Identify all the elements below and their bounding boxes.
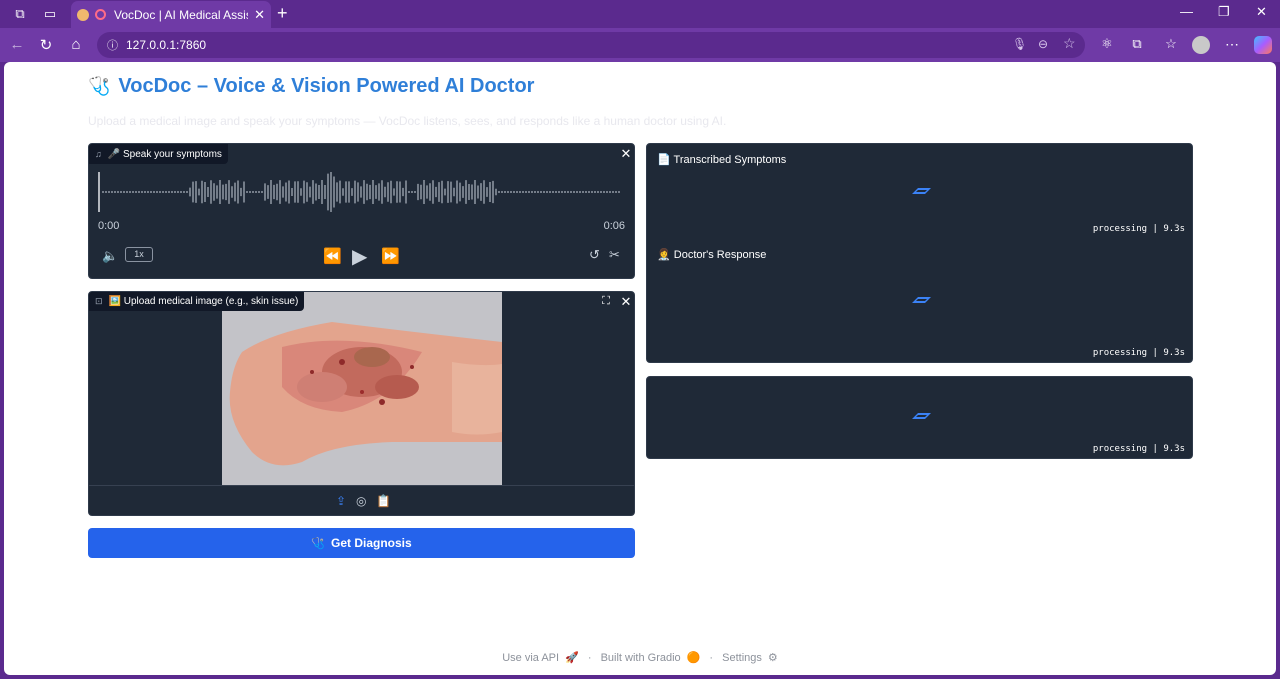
playback-speed-button[interactable]: 1x	[125, 247, 153, 262]
image-label: ⊡ 🖼️ Upload medical image (e.g., skin is…	[89, 292, 305, 311]
tab-title: VocDoc | AI Medical Assistan	[114, 7, 248, 22]
tab-actions-icon[interactable]: ▭	[41, 5, 59, 23]
music-note-icon: ♫	[95, 149, 102, 159]
loading-spinner-icon	[912, 297, 931, 303]
image-source-toolbar: ⇪ ◎ 📋	[89, 485, 634, 515]
settings-link[interactable]: Settings	[722, 652, 762, 664]
gear-icon: ⚙	[767, 652, 778, 664]
info-icon[interactable]: ⓘ	[107, 37, 118, 53]
trim-scissors-icon[interactable]: ✂	[609, 247, 620, 263]
close-window-icon[interactable]: ✕	[1256, 4, 1267, 20]
mic-icon[interactable]: 🎙	[1012, 37, 1027, 51]
copilot-extension-icon[interactable]: ⚛	[1097, 36, 1117, 52]
play-icon[interactable]: ▶	[352, 244, 367, 269]
processing-status: processing | 9.3s	[1092, 348, 1185, 358]
recording-indicator-icon	[95, 9, 106, 20]
home-icon[interactable]: ⌂	[66, 36, 86, 53]
footer-separator: ·	[587, 652, 592, 664]
page-content: 🩺 VocDoc – Voice & Vision Powered AI Doc…	[4, 62, 1276, 675]
page-title-text: VocDoc – Voice & Vision Powered AI Docto…	[118, 75, 535, 97]
footer-separator: ·	[709, 652, 714, 664]
upload-icon[interactable]: ⇪	[336, 494, 346, 508]
rewind-icon[interactable]: ⏪	[323, 247, 342, 265]
favorites-icon[interactable]: ☆	[1161, 36, 1181, 52]
get-diagnosis-button[interactable]: 🩺 Get Diagnosis	[88, 528, 635, 558]
workspaces-icon[interactable]: ⧉	[11, 5, 29, 23]
back-icon[interactable]: ←	[7, 36, 27, 53]
image-input-panel: ⊡ 🖼️ Upload medical image (e.g., skin is…	[88, 291, 635, 516]
close-tab-icon[interactable]: ✕	[254, 7, 265, 23]
rocket-icon: 🚀	[565, 652, 579, 664]
page-subtitle: Upload a medical image and speak your sy…	[88, 114, 727, 128]
tab-strip: ⧉ ▭ VocDoc | AI Medical Assistan ✕ + — ❐…	[0, 0, 1280, 28]
minimize-icon[interactable]: —	[1180, 4, 1193, 19]
maximize-icon[interactable]: ❐	[1218, 4, 1230, 20]
extensions-icon[interactable]: ⧉	[1127, 36, 1147, 52]
gradio-logo-icon: 🟠	[686, 652, 701, 664]
transcribed-symptoms-label: 📄 Transcribed Symptoms	[657, 154, 787, 166]
processing-status: processing | 9.3s	[1092, 444, 1185, 454]
uploaded-medical-image	[222, 292, 502, 485]
page-title: 🩺 VocDoc – Voice & Vision Powered AI Doc…	[88, 75, 534, 98]
text-outputs-panel: 📄 Transcribed Symptoms processing | 9.3s…	[646, 143, 1193, 363]
footer: Use via API 🚀 · Built with Gradio 🟠 · Sett…	[4, 651, 1276, 664]
more-menu-icon[interactable]: ⋯	[1222, 36, 1242, 53]
navigation-bar: ← ↻ ⌂ ⓘ 127.0.0.1:7860 🎙 ⊖ ☆ ⚛ ⧉ ☆	[0, 28, 1280, 62]
browser-tab-active[interactable]: VocDoc | AI Medical Assistan ✕	[71, 1, 271, 28]
image-label-text: 🖼️ Upload medical image (e.g., skin issu…	[108, 296, 299, 307]
audio-input-panel: ♫ 🎤 Speak your symptoms ✕ 0:00 0:06 🔈 1x…	[88, 143, 635, 279]
copilot-icon[interactable]	[1254, 36, 1272, 54]
fullscreen-icon[interactable]: ⛶	[598, 295, 614, 308]
time-start: 0:00	[98, 220, 120, 232]
clear-image-icon[interactable]: ✕	[618, 294, 634, 310]
doctor-response-label: 👩‍⚕️ Doctor's Response	[657, 249, 767, 261]
favorite-star-icon[interactable]: ☆	[1063, 35, 1076, 52]
stethoscope-icon: 🩺	[88, 76, 111, 96]
stethoscope-icon: 🩺	[311, 537, 325, 550]
loading-spinner-icon	[912, 188, 931, 194]
audio-label-text: 🎤 Speak your symptoms	[107, 148, 222, 160]
loading-spinner-icon	[912, 413, 931, 419]
profile-avatar[interactable]	[1192, 36, 1210, 54]
new-tab-icon[interactable]: +	[277, 3, 288, 24]
gradio-favicon-icon	[77, 8, 89, 21]
refresh-icon[interactable]: ↻	[36, 36, 56, 54]
time-end: 0:06	[603, 220, 625, 232]
webcam-icon[interactable]: ◎	[356, 494, 366, 508]
address-bar[interactable]: ⓘ 127.0.0.1:7860 🎙 ⊖ ☆	[97, 32, 1085, 58]
get-diagnosis-label: Get Diagnosis	[331, 536, 412, 550]
reset-icon[interactable]: ↺	[589, 247, 600, 263]
built-with-gradio-link[interactable]: Built with Gradio	[601, 652, 681, 664]
processing-status: processing | 9.3s	[1092, 224, 1185, 234]
url-text: 127.0.0.1:7860	[126, 38, 207, 52]
clipboard-icon[interactable]: 📋	[376, 494, 391, 508]
fast-forward-icon[interactable]: ⏩	[381, 247, 400, 265]
voice-output-panel: processing | 9.3s	[646, 376, 1193, 459]
clear-audio-icon[interactable]: ✕	[618, 146, 634, 162]
audio-waveform[interactable]	[97, 172, 627, 212]
volume-icon[interactable]: 🔈	[102, 248, 118, 264]
use-via-api-link[interactable]: Use via API	[502, 652, 559, 664]
image-icon: ⊡	[95, 296, 103, 306]
browser-window: ⧉ ▭ VocDoc | AI Medical Assistan ✕ + — ❐…	[0, 0, 1280, 679]
zoom-icon[interactable]: ⊖	[1038, 37, 1048, 51]
audio-label: ♫ 🎤 Speak your symptoms	[89, 144, 228, 164]
